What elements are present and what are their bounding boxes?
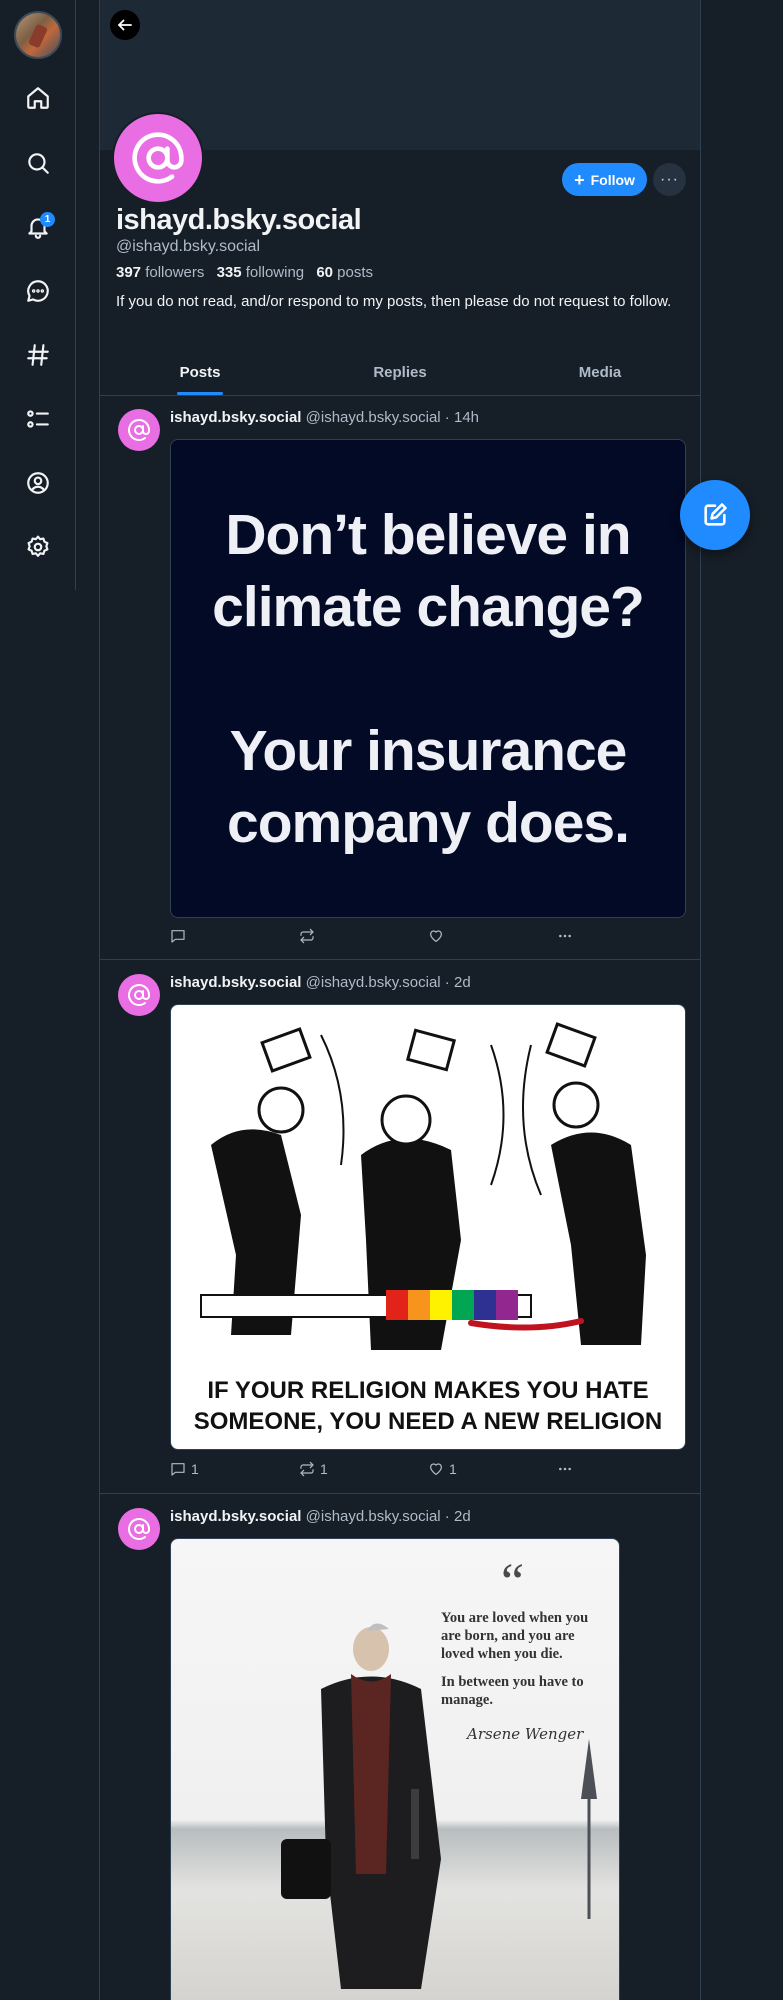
back-button[interactable]	[110, 10, 140, 40]
plus-icon: +	[574, 169, 585, 190]
gear-icon[interactable]	[22, 531, 54, 563]
post-header: ishayd.bsky.social @ishayd.bsky.social ·…	[170, 1508, 471, 1525]
list-icon[interactable]	[22, 403, 54, 435]
post-handle-time: @ishayd.bsky.social · 2d	[305, 1508, 471, 1525]
chat-icon[interactable]	[22, 275, 54, 307]
left-nav: 1	[0, 0, 76, 590]
heart-icon	[430, 930, 442, 942]
ellipsis-icon	[559, 1467, 571, 1471]
quote-author: Arsene Wenger	[467, 1725, 584, 1743]
image-text-line: Don’t believe in	[225, 502, 631, 567]
quote-mark: “	[501, 1554, 525, 1611]
post-image[interactable]: Don’t believe in climate change? Your in…	[170, 439, 686, 918]
post-header: ishayd.bsky.social @ishayd.bsky.social ·…	[170, 409, 479, 426]
compose-button[interactable]	[680, 480, 750, 550]
image-text-line: Your insurance	[229, 718, 628, 783]
tab-media[interactable]: Media	[500, 356, 700, 395]
post-author-name[interactable]: ishayd.bsky.social	[170, 974, 301, 991]
at-sign-icon	[128, 419, 150, 441]
heart-icon	[430, 1463, 442, 1475]
like-button[interactable]: 1	[428, 1461, 557, 1477]
arrow-left-icon	[118, 19, 132, 31]
follow-label: Follow	[590, 171, 635, 188]
profile-stats: 397 followers 335 following 60 posts	[116, 264, 373, 281]
reply-button[interactable]	[170, 928, 299, 944]
user-avatar[interactable]	[14, 11, 62, 59]
post-author-avatar[interactable]	[118, 974, 160, 1016]
post-more-button[interactable]	[557, 1461, 573, 1477]
profile-column: + Follow ··· ishayd.bsky.social @ishayd.…	[99, 0, 701, 2000]
profile-bio: If you do not read, and/or respond to my…	[116, 293, 672, 310]
image-caption: IF YOUR RELIGION MAKES YOU HATE SOMEONE,…	[193, 1377, 663, 1435]
feed-post[interactable]: ishayd.bsky.social @ishayd.bsky.social ·…	[100, 1496, 700, 2000]
image-text-line: company does.	[227, 790, 630, 855]
feed-post[interactable]: ishayd.bsky.social @ishayd.bsky.social ·…	[100, 962, 700, 1494]
cartoon-illustration	[200, 1022, 646, 1350]
feed-post[interactable]: ishayd.bsky.social @ishayd.bsky.social ·…	[100, 397, 700, 960]
profile-avatar[interactable]	[112, 112, 204, 204]
reply-icon	[171, 1463, 185, 1476]
like-button[interactable]	[428, 928, 557, 944]
repost-button[interactable]	[299, 928, 428, 944]
post-handle-time: @ishayd.bsky.social · 2d	[305, 974, 471, 991]
profile-display-name: ishayd.bsky.social	[116, 204, 362, 236]
tab-posts[interactable]: Posts	[100, 356, 300, 395]
post-image[interactable]: “ You are loved when you are born, and y…	[170, 1538, 620, 2000]
post-more-button[interactable]	[557, 928, 573, 944]
followers-link[interactable]: 397 followers	[116, 264, 204, 281]
posts-count: 60 posts	[316, 264, 374, 281]
profile-tabs: Posts Replies Media	[100, 356, 700, 396]
home-icon[interactable]	[22, 82, 54, 114]
repost-button[interactable]: 1	[299, 1461, 428, 1477]
post-header: ishayd.bsky.social @ishayd.bsky.social ·…	[170, 974, 471, 991]
ellipsis-icon	[559, 934, 571, 938]
at-sign-icon	[128, 1518, 150, 1540]
follow-button[interactable]: + Follow	[562, 163, 647, 196]
tab-replies[interactable]: Replies	[300, 356, 500, 395]
compose-icon	[704, 503, 727, 526]
post-author-avatar[interactable]	[118, 1508, 160, 1550]
search-icon[interactable]	[22, 147, 54, 179]
post-actions	[170, 928, 573, 944]
post-handle-time: @ishayd.bsky.social · 14h	[305, 409, 479, 426]
profile-icon[interactable]	[22, 467, 54, 499]
profile-more-button[interactable]: ···	[653, 163, 686, 196]
image-text-line: climate change?	[212, 574, 645, 639]
post-author-name[interactable]: ishayd.bsky.social	[170, 409, 301, 426]
hashtag-icon[interactable]	[22, 339, 54, 371]
post-author-name[interactable]: ishayd.bsky.social	[170, 1508, 301, 1525]
notification-badge: 1	[40, 212, 55, 227]
following-link[interactable]: 335 following	[217, 264, 305, 281]
profile-handle: @ishayd.bsky.social	[116, 238, 260, 255]
at-sign-icon	[128, 984, 150, 1006]
post-actions: 1 1 1	[170, 1461, 573, 1477]
post-author-avatar[interactable]	[118, 409, 160, 451]
at-sign-icon	[132, 132, 184, 184]
repost-icon	[300, 928, 314, 944]
repost-icon	[300, 1461, 314, 1477]
post-image[interactable]: IF YOUR RELIGION MAKES YOU HATE SOMEONE,…	[170, 1004, 686, 1450]
reply-button[interactable]: 1	[170, 1461, 299, 1477]
quote-text: You are loved when you are born, and you…	[441, 1610, 589, 1708]
reply-icon	[171, 930, 185, 943]
